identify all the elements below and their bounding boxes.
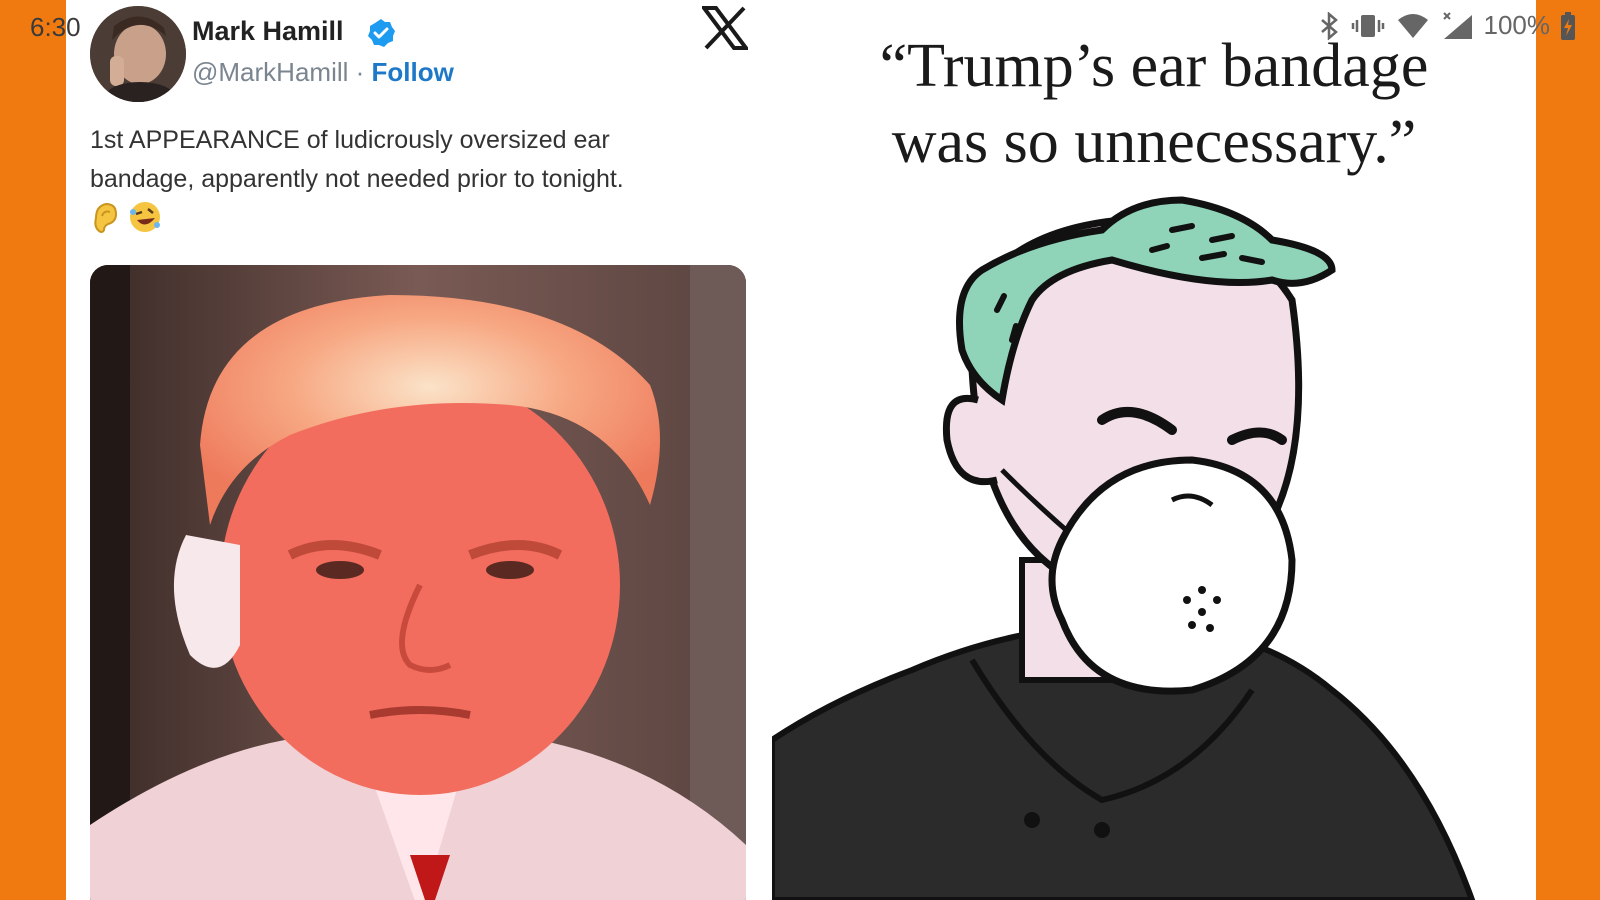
- tweet-card: Mark Hamill @MarkHamill · Follow 1st APP…: [66, 0, 786, 900]
- laughing-emoji-icon: [130, 202, 160, 232]
- handle-row: @MarkHamill · Follow: [192, 57, 454, 88]
- verified-badge-icon: [366, 18, 396, 53]
- tweet-text-line: 1st APPEARANCE of ludicrously oversized …: [90, 126, 610, 154]
- author-name[interactable]: Mark Hamill: [192, 16, 344, 47]
- ear-emoji-icon: [94, 202, 118, 233]
- emoji-row: [90, 200, 162, 234]
- x-logo-icon[interactable]: [700, 6, 750, 55]
- tweet-text-line: bandage, apparently not needed prior to …: [90, 165, 624, 193]
- tweet-photo[interactable]: [90, 265, 746, 900]
- vibrate-icon: [1351, 14, 1384, 37]
- battery-charging-icon: [1561, 11, 1575, 40]
- battery-percent: 100%: [1483, 10, 1551, 40]
- separator-dot: ·: [355, 57, 365, 87]
- wifi-icon: [1397, 13, 1428, 38]
- bluetooth-icon: [1320, 11, 1338, 40]
- masked-man-illustration: [772, 196, 1476, 900]
- author-handle[interactable]: @MarkHamill: [192, 57, 348, 87]
- cartoon-panel: “Trump’s ear bandage was so unnecessary.…: [772, 0, 1536, 900]
- tweet-text: 1st APPEARANCE of ludicrously oversized …: [90, 121, 770, 199]
- signal-icon: [1442, 11, 1472, 39]
- meme-image: Mark Hamill @MarkHamill · Follow 1st APP…: [66, 0, 1536, 900]
- follow-button[interactable]: Follow: [372, 57, 454, 87]
- status-icons: 100%: [1318, 10, 1577, 41]
- avatar[interactable]: [90, 6, 186, 102]
- status-time: 6:30: [30, 12, 81, 42]
